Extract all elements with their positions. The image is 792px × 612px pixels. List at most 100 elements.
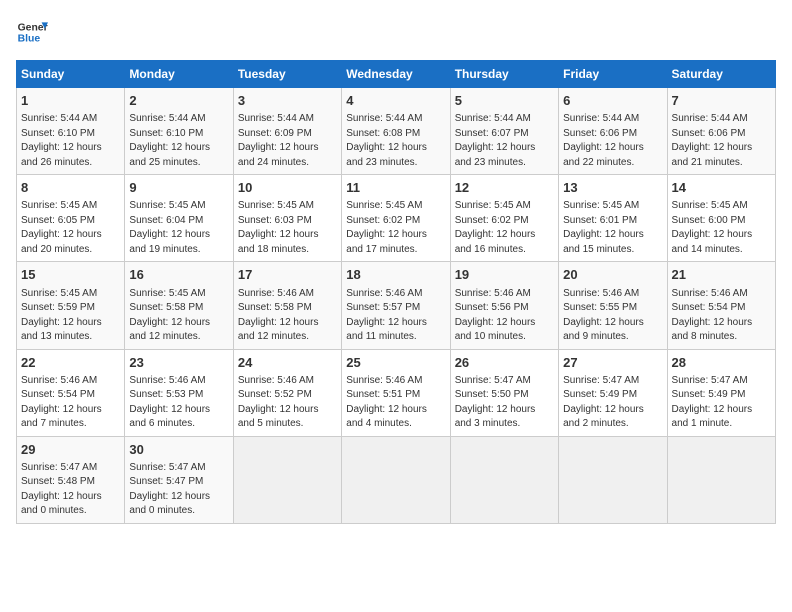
day-info: Sunrise: 5:44 AM Sunset: 6:10 PM Dayligh… — [21, 112, 120, 170]
header: General Blue — [16, 16, 776, 48]
day-info: Sunrise: 5:45 AM Sunset: 6:02 PM Dayligh… — [346, 199, 445, 257]
col-header-wednesday: Wednesday — [342, 61, 450, 88]
day-number: 22 — [21, 354, 120, 372]
day-info: Sunrise: 5:46 AM Sunset: 5:57 PM Dayligh… — [346, 287, 445, 345]
day-info: Sunrise: 5:44 AM Sunset: 6:06 PM Dayligh… — [563, 112, 662, 170]
day-cell: 20 Sunrise: 5:46 AM Sunset: 5:55 PM Dayli… — [559, 262, 667, 349]
day-number: 15 — [21, 266, 120, 284]
day-number: 10 — [238, 179, 337, 197]
col-header-sunday: Sunday — [17, 61, 125, 88]
day-cell: 5 Sunrise: 5:44 AM Sunset: 6:07 PM Daylig… — [450, 88, 558, 175]
day-info: Sunrise: 5:45 AM Sunset: 6:00 PM Dayligh… — [672, 199, 771, 257]
day-cell: 30 Sunrise: 5:47 AM Sunset: 5:47 PM Dayli… — [125, 436, 233, 523]
day-info: Sunrise: 5:46 AM Sunset: 5:53 PM Dayligh… — [129, 374, 228, 432]
day-cell: 26Sunrise: 5:47 AM Sunset: 5:50 PM Dayli… — [450, 349, 558, 436]
day-info: Sunrise: 5:45 AM Sunset: 6:01 PM Dayligh… — [563, 199, 662, 257]
day-cell: 17 Sunrise: 5:46 AM Sunset: 5:58 PM Dayli… — [233, 262, 341, 349]
week-row-2: 8 Sunrise: 5:45 AM Sunset: 6:05 PM Daylig… — [17, 175, 776, 262]
day-cell: 23Sunrise: 5:46 AM Sunset: 5:53 PM Dayli… — [125, 349, 233, 436]
day-cell: 29Sunrise: 5:47 AM Sunset: 5:48 PM Dayli… — [17, 436, 125, 523]
day-info: Sunrise: 5:46 AM Sunset: 5:58 PM Dayligh… — [238, 287, 337, 345]
day-info: Sunrise: 5:46 AM Sunset: 5:54 PM Dayligh… — [672, 287, 771, 345]
col-header-tuesday: Tuesday — [233, 61, 341, 88]
day-cell: 25 Sunrise: 5:46 AM Sunset: 5:51 PM Dayli… — [342, 349, 450, 436]
day-cell: 2 Sunrise: 5:44 AM Sunset: 6:10 PM Daylig… — [125, 88, 233, 175]
week-row-5: 29Sunrise: 5:47 AM Sunset: 5:48 PM Dayli… — [17, 436, 776, 523]
day-info: Sunrise: 5:47 AM Sunset: 5:49 PM Dayligh… — [563, 374, 662, 432]
day-cell: 10 Sunrise: 5:45 AM Sunset: 6:03 PM Dayli… — [233, 175, 341, 262]
day-info: Sunrise: 5:45 AM Sunset: 6:03 PM Dayligh… — [238, 199, 337, 257]
day-number: 16 — [129, 266, 228, 284]
day-cell: 7 Sunrise: 5:44 AM Sunset: 6:06 PM Daylig… — [667, 88, 775, 175]
day-info: Sunrise: 5:45 AM Sunset: 6:02 PM Dayligh… — [455, 199, 554, 257]
day-number: 11 — [346, 179, 445, 197]
day-info: Sunrise: 5:45 AM Sunset: 5:59 PM Dayligh… — [21, 287, 120, 345]
day-cell: 12 Sunrise: 5:45 AM Sunset: 6:02 PM Dayli… — [450, 175, 558, 262]
day-info: Sunrise: 5:46 AM Sunset: 5:54 PM Dayligh… — [21, 374, 120, 432]
day-number: 6 — [563, 92, 662, 110]
day-info: Sunrise: 5:45 AM Sunset: 6:04 PM Dayligh… — [129, 199, 228, 257]
day-info: Sunrise: 5:47 AM Sunset: 5:47 PM Dayligh… — [129, 461, 228, 519]
day-number: 19 — [455, 266, 554, 284]
day-cell: 24Sunrise: 5:46 AM Sunset: 5:52 PM Dayli… — [233, 349, 341, 436]
day-number: 20 — [563, 266, 662, 284]
day-cell: 6 Sunrise: 5:44 AM Sunset: 6:06 PM Daylig… — [559, 88, 667, 175]
day-number: 1 — [21, 92, 120, 110]
day-info: Sunrise: 5:44 AM Sunset: 6:08 PM Dayligh… — [346, 112, 445, 170]
day-info: Sunrise: 5:46 AM Sunset: 5:56 PM Dayligh… — [455, 287, 554, 345]
col-header-thursday: Thursday — [450, 61, 558, 88]
svg-text:Blue: Blue — [18, 34, 41, 45]
day-number: 13 — [563, 179, 662, 197]
day-number: 12 — [455, 179, 554, 197]
day-cell: 16 Sunrise: 5:45 AM Sunset: 5:58 PM Dayli… — [125, 262, 233, 349]
week-row-3: 15 Sunrise: 5:45 AM Sunset: 5:59 PM Dayli… — [17, 262, 776, 349]
day-number: 25 — [346, 354, 445, 372]
calendar-table: SundayMondayTuesdayWednesdayThursdayFrid… — [16, 60, 776, 524]
day-cell: 14Sunrise: 5:45 AM Sunset: 6:00 PM Dayli… — [667, 175, 775, 262]
column-headers: SundayMondayTuesdayWednesdayThursdayFrid… — [17, 61, 776, 88]
day-info: Sunrise: 5:44 AM Sunset: 6:10 PM Dayligh… — [129, 112, 228, 170]
day-info: Sunrise: 5:46 AM Sunset: 5:51 PM Dayligh… — [346, 374, 445, 432]
day-info: Sunrise: 5:47 AM Sunset: 5:50 PM Dayligh… — [455, 374, 554, 432]
day-cell: 19 Sunrise: 5:46 AM Sunset: 5:56 PM Dayli… — [450, 262, 558, 349]
week-row-4: 22 Sunrise: 5:46 AM Sunset: 5:54 PM Dayli… — [17, 349, 776, 436]
logo-icon: General Blue — [16, 16, 48, 48]
day-cell — [559, 436, 667, 523]
day-info: Sunrise: 5:44 AM Sunset: 6:07 PM Dayligh… — [455, 112, 554, 170]
day-info: Sunrise: 5:46 AM Sunset: 5:55 PM Dayligh… — [563, 287, 662, 345]
day-cell — [450, 436, 558, 523]
day-cell: 13 Sunrise: 5:45 AM Sunset: 6:01 PM Dayli… — [559, 175, 667, 262]
col-header-friday: Friday — [559, 61, 667, 88]
day-info: Sunrise: 5:45 AM Sunset: 6:05 PM Dayligh… — [21, 199, 120, 257]
day-number: 28 — [672, 354, 771, 372]
day-number: 18 — [346, 266, 445, 284]
col-header-saturday: Saturday — [667, 61, 775, 88]
day-cell: 15 Sunrise: 5:45 AM Sunset: 5:59 PM Dayli… — [17, 262, 125, 349]
day-cell: 18 Sunrise: 5:46 AM Sunset: 5:57 PM Dayli… — [342, 262, 450, 349]
day-number: 8 — [21, 179, 120, 197]
day-cell: 1 Sunrise: 5:44 AM Sunset: 6:10 PM Daylig… — [17, 88, 125, 175]
day-number: 5 — [455, 92, 554, 110]
day-number: 7 — [672, 92, 771, 110]
day-cell — [667, 436, 775, 523]
day-number: 30 — [129, 441, 228, 459]
day-cell: 9Sunrise: 5:45 AM Sunset: 6:04 PM Daylig… — [125, 175, 233, 262]
day-info: Sunrise: 5:46 AM Sunset: 5:52 PM Dayligh… — [238, 374, 337, 432]
day-info: Sunrise: 5:45 AM Sunset: 5:58 PM Dayligh… — [129, 287, 228, 345]
day-cell: 4Sunrise: 5:44 AM Sunset: 6:08 PM Daylig… — [342, 88, 450, 175]
col-header-monday: Monday — [125, 61, 233, 88]
day-number: 27 — [563, 354, 662, 372]
day-cell: 8 Sunrise: 5:45 AM Sunset: 6:05 PM Daylig… — [17, 175, 125, 262]
day-cell: 22 Sunrise: 5:46 AM Sunset: 5:54 PM Dayli… — [17, 349, 125, 436]
day-number: 2 — [129, 92, 228, 110]
day-info: Sunrise: 5:44 AM Sunset: 6:09 PM Dayligh… — [238, 112, 337, 170]
day-cell: 11 Sunrise: 5:45 AM Sunset: 6:02 PM Dayli… — [342, 175, 450, 262]
day-cell: 27 Sunrise: 5:47 AM Sunset: 5:49 PM Dayli… — [559, 349, 667, 436]
day-info: Sunrise: 5:44 AM Sunset: 6:06 PM Dayligh… — [672, 112, 771, 170]
week-row-1: 1 Sunrise: 5:44 AM Sunset: 6:10 PM Daylig… — [17, 88, 776, 175]
day-cell — [342, 436, 450, 523]
day-cell — [233, 436, 341, 523]
day-info: Sunrise: 5:47 AM Sunset: 5:49 PM Dayligh… — [672, 374, 771, 432]
day-number: 17 — [238, 266, 337, 284]
day-number: 21 — [672, 266, 771, 284]
